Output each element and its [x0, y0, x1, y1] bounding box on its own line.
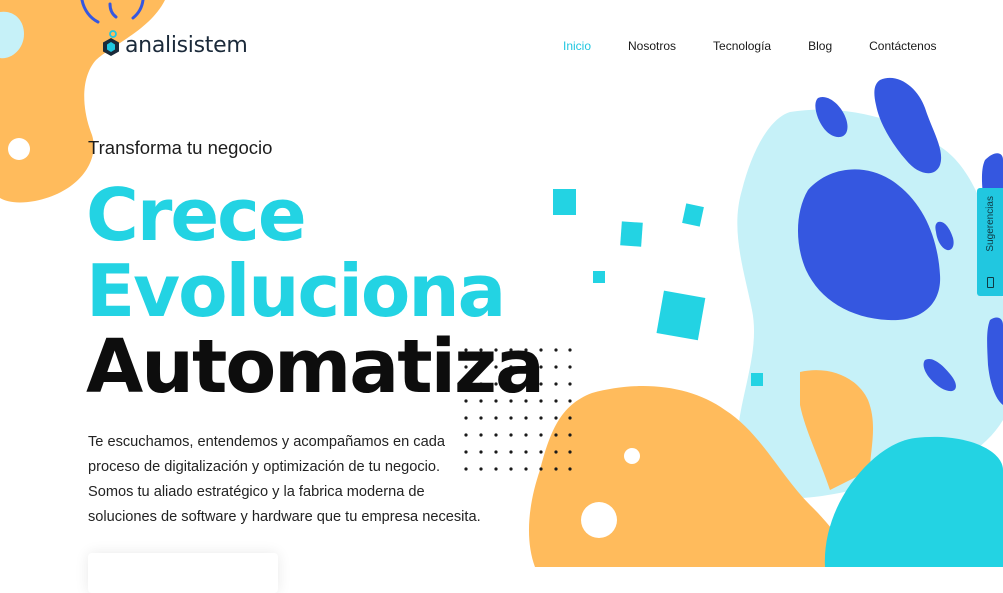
brand-name: analisistem — [125, 32, 248, 58]
brand-logo[interactable]: analisistem — [100, 30, 248, 60]
blue-blob-small-1 — [815, 96, 848, 138]
cyan-blob-top-left — [0, 11, 24, 59]
nav-item-contactenos[interactable]: Contáctenos — [869, 39, 936, 53]
hero-tagline: Transforma tu negocio — [88, 137, 273, 158]
blue-arc-top-left — [80, 0, 100, 24]
light-blue-blob — [737, 109, 1003, 499]
headline-crece: Crece — [86, 173, 307, 257]
logo-icon — [103, 30, 119, 56]
orange-blob-bottom — [528, 386, 850, 567]
blue-arc-top-left-3 — [108, 2, 118, 19]
cyan-square-1 — [553, 189, 576, 215]
white-dot-top-left — [8, 138, 30, 160]
hero-description: Te escuchamos, entendemos y acompañamos … — [88, 434, 481, 525]
feedback-tab-label: Sugerencias — [984, 196, 996, 252]
nav-item-tecnologia[interactable]: Tecnología — [713, 39, 771, 53]
blue-blob-top — [874, 77, 942, 174]
cyan-blob-bottom-right — [824, 436, 1003, 567]
cyan-square-2 — [620, 221, 643, 247]
nav-item-blog[interactable]: Blog — [808, 39, 832, 53]
blue-blob-small-3 — [923, 358, 956, 392]
main-nav: Inicio Nosotros Tecnología Blog Contácte… — [563, 39, 937, 53]
blue-blob-small-2 — [935, 221, 954, 251]
white-dot-2 — [624, 448, 640, 464]
feedback-tab[interactable]: Sugerencias — [977, 188, 1003, 296]
hero-cta-button[interactable] — [88, 553, 278, 593]
nav-item-nosotros[interactable]: Nosotros — [628, 39, 676, 53]
blue-arc-top-left-2 — [131, 0, 145, 20]
nav-item-inicio[interactable]: Inicio — [563, 39, 591, 53]
orange-blob-strip — [800, 370, 874, 490]
cyan-square-3 — [682, 203, 704, 227]
cyan-square-6 — [751, 373, 763, 386]
blue-blob-edge-2 — [987, 317, 1003, 405]
blue-blob-large — [797, 169, 941, 321]
headline-automatiza: Automatiza — [86, 324, 545, 410]
headline-evoluciona: Evoluciona — [86, 249, 506, 333]
cyan-square-4 — [593, 271, 605, 283]
cyan-square-5 — [656, 290, 706, 341]
white-oval-1 — [581, 502, 617, 538]
feedback-icon — [986, 277, 994, 288]
